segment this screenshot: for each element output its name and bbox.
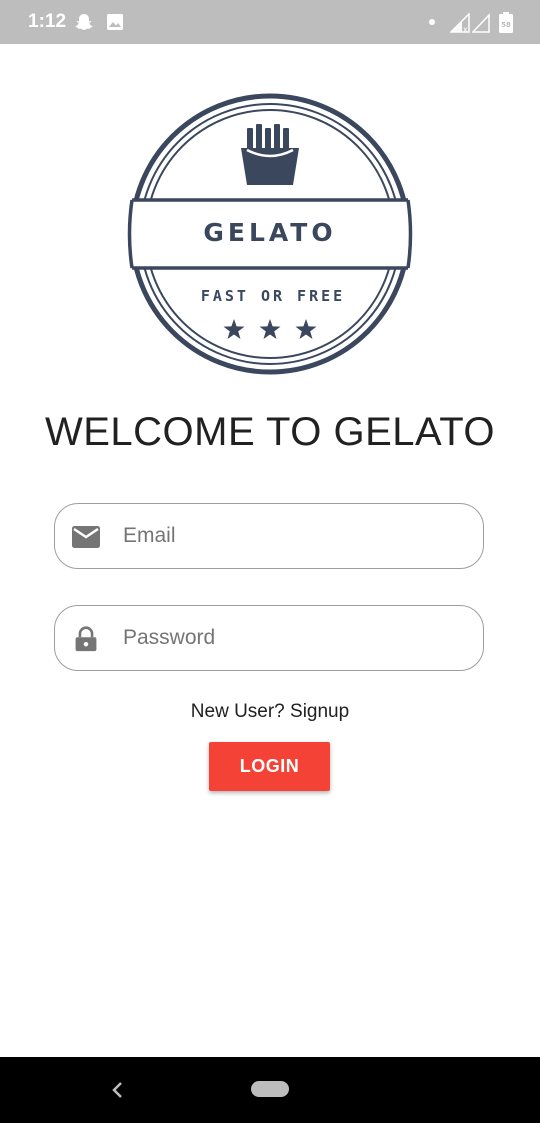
star-icon <box>259 319 281 339</box>
svg-text:58: 58 <box>501 21 511 29</box>
home-pill-icon[interactable] <box>251 1081 289 1097</box>
back-icon[interactable] <box>108 1079 128 1101</box>
lock-icon <box>75 626 97 652</box>
welcome-title: WELCOME TO GELATO <box>44 410 496 454</box>
login-button[interactable]: LOGIN <box>209 742 330 791</box>
star-icon <box>223 319 245 339</box>
password-input[interactable] <box>123 606 463 669</box>
email-icon <box>72 526 100 548</box>
signup-link[interactable]: New User? Signup <box>0 701 540 723</box>
email-field[interactable] <box>54 503 484 569</box>
snapchat-icon <box>75 14 93 30</box>
battery-icon: 58 <box>499 12 513 33</box>
signal-x-icon <box>472 13 490 33</box>
status-bar: 1:12 x 58 <box>0 0 540 44</box>
login-screen: 1:12 x 58 GELATO FAST OR FREE WELCOME TO… <box>0 0 540 1123</box>
rating-stars <box>223 319 317 339</box>
password-field[interactable] <box>54 605 484 671</box>
signal-icon: x <box>450 13 470 33</box>
star-icon <box>295 319 317 339</box>
image-icon <box>107 14 123 30</box>
logo-tagline: FAST OR FREE <box>200 287 346 305</box>
fries-icon <box>241 124 299 185</box>
svg-text:x: x <box>463 25 468 33</box>
status-time: 1:12 <box>28 11 67 32</box>
logo-title: GELATO <box>203 218 337 247</box>
email-input[interactable] <box>123 504 463 567</box>
dot-icon <box>429 19 435 25</box>
navigation-bar <box>0 1057 540 1123</box>
